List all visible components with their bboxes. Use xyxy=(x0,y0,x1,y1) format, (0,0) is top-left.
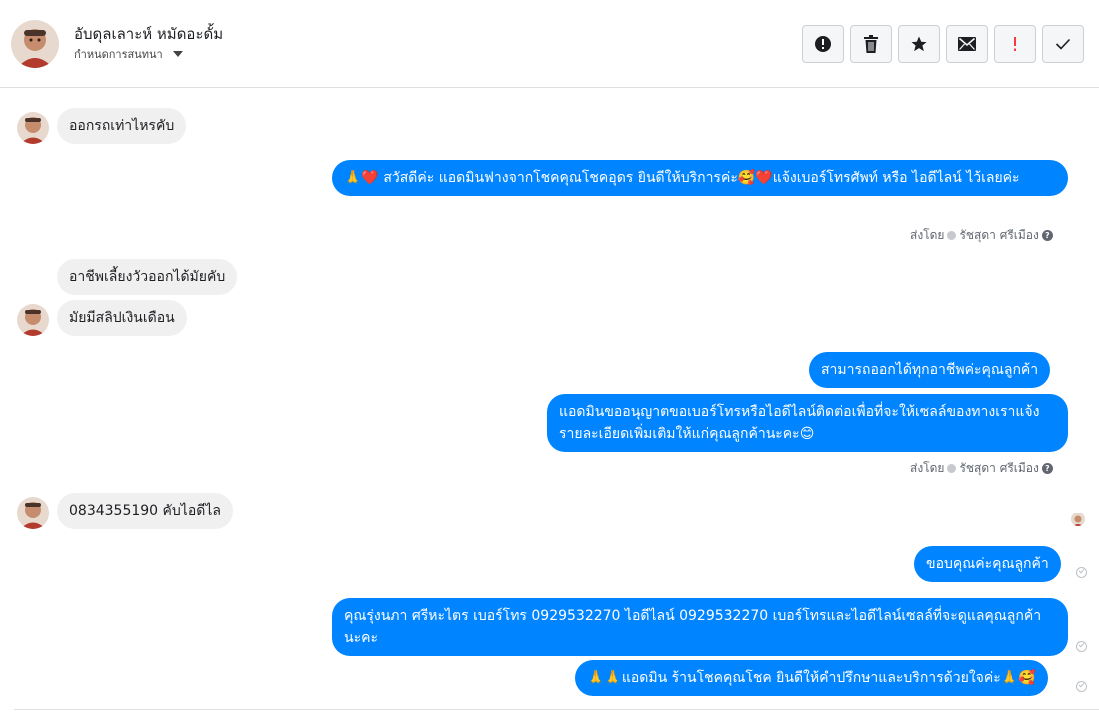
outgoing-message[interactable]: คุณรุ่งนภา ศรีหะไตร เบอร์โทร 0929532270 … xyxy=(332,598,1068,656)
outgoing-message[interactable]: สามารถออกได้ทุกอาชีพค่ะคุณลูกค้า xyxy=(809,352,1051,388)
sent-by-label: ส่งโดย รัชสุดา ศรีเมือง ? xyxy=(910,226,1053,245)
checkmark-icon xyxy=(1055,38,1071,50)
contact-name[interactable]: อับดุลเลาะห์ หมัดอะดั้ม xyxy=(74,22,223,46)
envelope-icon xyxy=(958,37,976,51)
help-icon[interactable]: ? xyxy=(1041,463,1053,474)
contact-avatar[interactable] xyxy=(11,20,59,68)
outgoing-message[interactable]: แอดมินขออนุญาตขอเบอร์โทรหรือไอดีไลน์ติดต… xyxy=(547,394,1068,452)
incoming-message[interactable]: อาชีพเลี้ยงวัวออกได้มัยคับ xyxy=(57,259,238,295)
delivered-check-icon xyxy=(1076,681,1087,692)
conversation-header: อับดุลเลาะห์ หมัดอะดั้ม กำหนดการสนทนา xyxy=(0,0,1099,88)
incoming-message[interactable]: ออกรถเท่าไหรคับ xyxy=(57,108,187,144)
help-icon[interactable]: ? xyxy=(1041,230,1053,241)
customer-avatar[interactable] xyxy=(17,112,49,144)
outgoing-message[interactable]: 🙏❤️ สวัสดีค่ะ แอดมินฟางจากโชคคุณโชคอุดร … xyxy=(332,160,1068,196)
delivered-check-icon xyxy=(1076,567,1087,578)
mark-unread-button[interactable] xyxy=(946,25,988,63)
message-thread[interactable]: ออกรถเท่าไหรคับ 🙏❤️ สวัสดีค่ะ แอดมินฟางจ… xyxy=(0,89,1099,712)
exclamation-circle-icon xyxy=(815,36,831,52)
incoming-message[interactable]: มัยมีสลิปเงินเดือน xyxy=(57,300,187,336)
outgoing-message[interactable]: 🙏🙏แอดมิน ร้านโชคคุณโชค ยินดีให้คำปรึกษาแ… xyxy=(575,660,1048,696)
sent-by-agent[interactable]: รัชสุดา ศรีเมือง xyxy=(959,459,1038,478)
conversation-settings-label: กำหนดการสนทนา xyxy=(74,48,163,61)
star-icon xyxy=(911,36,927,52)
sent-by-prefix: ส่งโดย xyxy=(910,461,945,475)
agent-avatar-icon xyxy=(947,231,957,240)
star-button[interactable] xyxy=(898,25,940,63)
sent-by-prefix: ส่งโดย xyxy=(910,228,945,242)
seen-by-avatar xyxy=(1071,512,1085,526)
customer-avatar[interactable] xyxy=(17,497,49,529)
composer-divider xyxy=(14,709,1099,710)
sent-by-label: ส่งโดย รัชสุดา ศรีเมือง ? xyxy=(910,459,1053,478)
conversation-settings-dropdown[interactable]: กำหนดการสนทนา xyxy=(74,45,183,63)
agent-avatar-icon xyxy=(947,464,957,473)
caret-down-icon xyxy=(172,51,183,57)
delivered-check-icon xyxy=(1076,641,1087,652)
delete-button[interactable] xyxy=(850,25,892,63)
customer-avatar[interactable] xyxy=(17,304,49,336)
outgoing-message[interactable]: ขอบคุณค่ะคุณลูกค้า xyxy=(914,546,1061,582)
follow-up-button[interactable] xyxy=(994,25,1036,63)
incoming-message[interactable]: 0834355190 คับไอดีไล xyxy=(57,493,233,529)
conversation-toolbar xyxy=(802,25,1084,63)
mark-spam-button[interactable] xyxy=(802,25,844,63)
sent-by-agent[interactable]: รัชสุดา ศรีเมือง xyxy=(959,226,1038,245)
exclamation-icon xyxy=(1014,37,1016,51)
trash-icon xyxy=(864,35,878,53)
mark-done-button[interactable] xyxy=(1042,25,1084,63)
